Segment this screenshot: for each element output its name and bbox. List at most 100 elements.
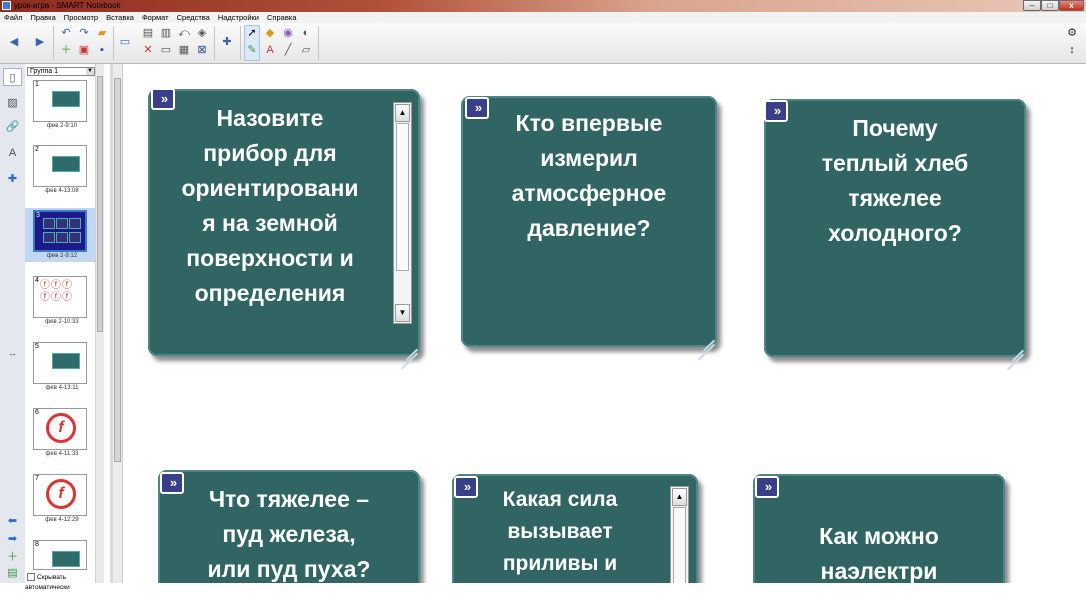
question-card-4[interactable]: » Что тяжелее – пуд железа, или пуд пуха… — [158, 470, 420, 583]
menu-view[interactable]: Просмотр — [60, 12, 102, 23]
capture-icon[interactable]: ⤺ — [176, 26, 192, 40]
question-card-1[interactable]: » Назовите прибор для ориентировани я на… — [148, 88, 420, 370]
page-thumbnail-5[interactable]: 5 — [33, 342, 87, 384]
card-line: Как можно — [819, 523, 939, 549]
line-icon[interactable]: ╱ — [280, 43, 296, 57]
resize-handle-icon[interactable]: ↔ — [3, 344, 22, 362]
shapes-icon[interactable]: ◆ — [262, 26, 278, 40]
screen-icon[interactable]: ▭ — [117, 35, 133, 49]
table-icon[interactable]: ▦ — [176, 43, 192, 57]
move-right-icon[interactable]: ➡ — [3, 530, 22, 548]
resize-corner-icon[interactable] — [400, 336, 418, 370]
group-select-value: Группа 1 — [30, 68, 59, 75]
page-thumbnail-3[interactable]: 3 — [33, 210, 87, 252]
page-thumbnail-8[interactable]: 8 — [33, 540, 87, 570]
tab-attachments-icon[interactable]: 🔗 — [3, 118, 22, 136]
eraser-icon[interactable]: ▱ — [298, 43, 314, 57]
eraser-magic-icon[interactable]: ◉ — [280, 26, 296, 40]
thumbnail-number: 5 — [35, 343, 39, 350]
page-thumbnail-7[interactable]: 7 f — [33, 474, 87, 516]
question-card-6[interactable]: » Как можно наэлектри — [753, 474, 1005, 583]
scroll-down-icon[interactable]: ▼ — [395, 304, 410, 322]
delete-icon[interactable]: ✕ — [140, 43, 156, 57]
card-line: атмосферное — [511, 180, 667, 206]
move-left-icon[interactable]: ⬅ — [3, 512, 22, 530]
insert-page-icon[interactable]: ▤ — [3, 564, 22, 582]
card-line: Почему — [852, 115, 938, 141]
card-line: холодного? — [828, 220, 962, 246]
autohide-checkbox[interactable] — [27, 573, 35, 582]
menu-addons[interactable]: Надстройки — [214, 12, 263, 23]
arrow-right-icon[interactable]: ▶ — [32, 35, 48, 49]
addon-puzzle-icon[interactable]: ✚ — [219, 35, 235, 49]
tab-gallery-icon[interactable]: ▨ — [3, 94, 22, 112]
tab-addons-icon[interactable]: ✚ — [3, 170, 22, 188]
card-line: приливы и — [502, 552, 618, 575]
f-circle-icon: f — [46, 479, 76, 509]
page-thumbnail-1[interactable]: 1 — [33, 80, 87, 122]
card-line: Кто впервые — [515, 110, 663, 136]
autohide-option[interactable]: Скрывать автоматически — [25, 573, 110, 591]
redo-icon[interactable]: ↷ — [76, 26, 92, 40]
close-doc-icon[interactable]: ⊠ — [194, 43, 210, 57]
resize-corner-icon[interactable] — [1006, 337, 1024, 371]
menu-help[interactable]: Справка — [263, 12, 300, 23]
scroll-thumb[interactable] — [396, 123, 409, 271]
menu-format[interactable]: Формат — [138, 12, 173, 23]
paste-icon[interactable]: ▤ — [140, 26, 156, 40]
gear-icon[interactable]: ⚙ — [1064, 26, 1080, 40]
chevron-down-icon[interactable]: ▼ — [86, 68, 94, 75]
sidebar-tabs: ▯ ▨ 🔗 A ✚ ↔ ⬅ ➡ ＋ ▤ — [0, 64, 26, 583]
undo-icon[interactable]: ↶ — [58, 26, 74, 40]
menu-file[interactable]: Файл — [0, 12, 26, 23]
doc-camera-icon[interactable]: ◈ — [194, 26, 210, 40]
page-thumbnail-2[interactable]: 2 — [33, 145, 87, 187]
canvas-scrollbar[interactable] — [113, 64, 123, 583]
arrow-left-icon[interactable]: ◀ — [6, 35, 22, 49]
close-button[interactable]: x — [1059, 0, 1084, 11]
main-toolbar: ◀ ▶ ↶ ↷ ▰ ＋ ▣ ▪ ▭ ▤ ▥ ⤺ ◈ ✕ ▭ ▦ ⊠ ✚ ➚ ◆ … — [0, 23, 1086, 64]
thumbnail-number: 8 — [35, 541, 39, 548]
resize-corner-icon[interactable] — [697, 327, 715, 361]
f-icons-preview: ⓕⓕⓕ ⓕⓕⓕ — [40, 280, 73, 303]
add-page-icon[interactable]: ＋ — [58, 43, 74, 57]
thumbnail-label: фев 2-9:12 — [46, 253, 78, 259]
select-arrow-icon[interactable]: ➚ — [244, 26, 260, 40]
open-folder-icon[interactable]: ▰ — [94, 26, 110, 40]
question-card-5[interactable]: » Какая сила вызывает приливы и ▲ — [452, 474, 698, 583]
question-card-2[interactable]: » Кто впервые измерил атмосферное давлен… — [461, 96, 717, 361]
text-icon[interactable]: A — [262, 43, 278, 57]
tab-properties-icon[interactable]: A — [3, 144, 22, 162]
page-sorter-scrollbar[interactable] — [95, 64, 104, 583]
save-icon[interactable]: ▪ — [94, 43, 110, 57]
card-scrollbar[interactable]: ▲ — [670, 486, 689, 583]
scroll-up-icon[interactable]: ▲ — [672, 488, 687, 506]
menu-insert[interactable]: Вставка — [102, 12, 138, 23]
card-line: определения — [194, 280, 346, 306]
scroll-thumb[interactable] — [673, 507, 686, 583]
tab-page-sorter-icon[interactable]: ▯ — [3, 68, 22, 86]
delete-page-icon[interactable]: ▣ — [76, 43, 92, 57]
fill-icon[interactable]: ◐ — [298, 26, 314, 40]
card-scrollbar[interactable]: ▲ ▼ — [393, 102, 412, 324]
pen-icon[interactable]: ✎ — [244, 43, 260, 57]
f-circle-icon: f — [46, 413, 76, 443]
display-icon[interactable]: ▭ — [158, 43, 174, 57]
question-card-3[interactable]: » Почему теплый хлеб тяжелее холодного? — [764, 99, 1026, 371]
card-line: Назовите — [216, 105, 324, 131]
double-chevron-icon[interactable]: » — [755, 476, 779, 498]
scroll-up-icon[interactable]: ▲ — [395, 104, 410, 122]
card-line: наэлектри — [820, 558, 938, 583]
whiteboard-canvas[interactable]: » Назовите прибор для ориентировани я на… — [123, 64, 1086, 583]
menu-tools[interactable]: Средства — [173, 12, 214, 23]
page-thumbnail-4[interactable]: 4 ⓕⓕⓕ ⓕⓕⓕ — [33, 276, 87, 318]
app-icon — [2, 1, 11, 10]
group-select[interactable]: Группа 1 ▼ — [27, 67, 95, 76]
thumbnail-label: фев 2-9:10 — [46, 123, 78, 129]
menu-edit[interactable]: Правка — [26, 12, 59, 23]
minimize-button[interactable]: – — [1023, 0, 1041, 11]
toolbar-position-icon[interactable]: ↕ — [1064, 43, 1080, 57]
page-thumbnail-6[interactable]: 6 f — [33, 408, 87, 450]
maximize-button[interactable]: □ — [1041, 0, 1059, 11]
screenshade-icon[interactable]: ▥ — [158, 26, 174, 40]
